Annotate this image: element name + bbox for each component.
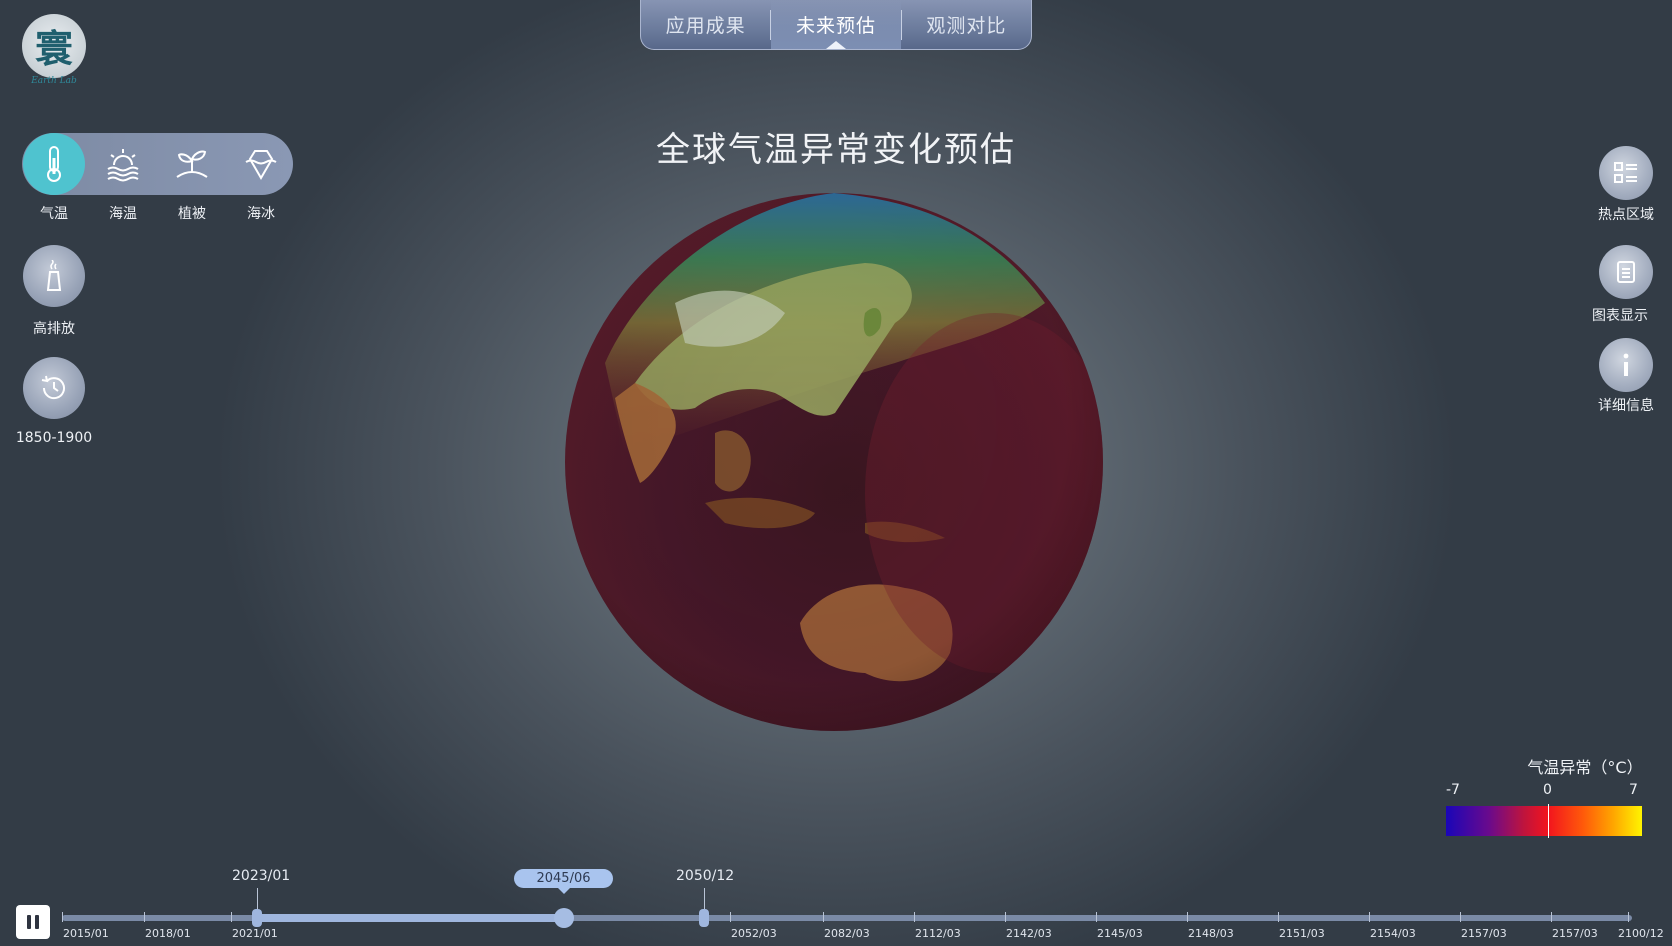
timeline-tick xyxy=(1278,912,1279,922)
emission-scenario-button[interactable] xyxy=(23,245,85,307)
timeline-tick xyxy=(1005,912,1006,922)
timeline-tick-label: 2154/03 xyxy=(1370,927,1416,940)
page-title: 全球气温异常变化预估 xyxy=(656,130,1016,170)
range-start-label: 2023/01 xyxy=(232,868,291,884)
logo-subtitle: Earth Lab xyxy=(31,76,77,86)
globe-surface xyxy=(565,193,1103,731)
tab-label: 观测对比 xyxy=(926,15,1007,37)
hotspot-regions-label: 热点区域 xyxy=(1598,207,1654,223)
timeline-tick-label: 2052/03 xyxy=(731,927,777,940)
timeline-tick xyxy=(914,912,915,922)
variable-label: 海冰 xyxy=(247,206,275,222)
timeline-tick xyxy=(1096,912,1097,922)
app-logo: 寰 Earth Lab xyxy=(22,14,86,86)
sea-temperature-icon xyxy=(107,149,139,182)
timeline-tick-label: 2082/03 xyxy=(824,927,870,940)
tab-label: 应用成果 xyxy=(665,15,746,37)
legend-max-label: 7 xyxy=(1629,782,1638,798)
timeline-tick xyxy=(1551,912,1552,922)
top-tab-bar: 应用成果 未来预估 观测对比 xyxy=(640,0,1032,50)
logo-glyph: 寰 xyxy=(34,26,73,71)
timeline-tick-label: 2112/03 xyxy=(915,927,961,940)
timeline-tick xyxy=(144,912,145,922)
variable-vegetation-button[interactable] xyxy=(160,133,224,195)
document-icon xyxy=(1617,261,1635,283)
legend-min-label: -7 xyxy=(1446,782,1460,798)
pause-icon xyxy=(27,915,39,929)
range-end-handle[interactable] xyxy=(699,909,709,927)
details-info-button[interactable] xyxy=(1599,338,1653,392)
variable-label: 气温 xyxy=(40,206,68,222)
emission-scenario-label: 高排放 xyxy=(33,321,75,337)
timeline-tick xyxy=(1460,912,1461,922)
timeline-tick-label: 2018/01 xyxy=(145,927,191,940)
timeline-tick-label: 2157/03 xyxy=(1552,927,1598,940)
timeline-tick-label: 2100/12 xyxy=(1618,927,1664,940)
variable-sea-temperature-button[interactable] xyxy=(91,133,155,195)
timeline-tick-label: 2148/03 xyxy=(1188,927,1234,940)
variable-air-temperature-button[interactable] xyxy=(22,133,86,195)
timeline-tick xyxy=(231,912,232,922)
thermometer-icon xyxy=(47,146,61,182)
variable-sea-ice-button[interactable] xyxy=(229,133,293,195)
list-grid-icon xyxy=(1614,162,1637,183)
variable-active-circle xyxy=(23,133,85,195)
tab-future-projection[interactable]: 未来预估 xyxy=(771,0,901,49)
baseline-period-button[interactable] xyxy=(23,357,85,419)
hotspot-regions-button[interactable] xyxy=(1599,146,1653,200)
timeline-tick-label: 2142/03 xyxy=(1006,927,1052,940)
timeline-tick xyxy=(1628,912,1629,922)
timeline-tick xyxy=(62,912,63,922)
timeline-tick xyxy=(823,912,824,922)
timeline-tick xyxy=(1369,912,1370,922)
tab-label: 未来预估 xyxy=(795,15,876,37)
chart-display-button[interactable] xyxy=(1599,245,1653,299)
globe-shading xyxy=(565,193,1103,731)
legend-title: 气温异常（°C） xyxy=(1527,758,1643,777)
sea-ice-icon xyxy=(245,150,277,180)
earth-globe[interactable] xyxy=(565,193,1103,731)
pause-button[interactable] xyxy=(16,905,50,939)
history-clock-icon xyxy=(41,375,65,400)
timeline-tick-label: 2021/01 xyxy=(232,927,278,940)
timeline-played-range xyxy=(256,914,564,922)
chart-display-label: 图表显示 xyxy=(1592,308,1648,324)
timeline-tick-label: 2157/03 xyxy=(1461,927,1507,940)
factory-chimney-icon xyxy=(46,260,62,291)
legend-zero-marker xyxy=(1548,804,1549,838)
timeline-tick xyxy=(1187,912,1188,922)
range-end-label: 2050/12 xyxy=(676,868,735,884)
tab-observation-comparison[interactable]: 观测对比 xyxy=(902,0,1031,49)
legend-color-bar xyxy=(1446,806,1642,836)
range-start-handle[interactable] xyxy=(252,909,262,927)
details-info-label: 详细信息 xyxy=(1598,398,1654,414)
baseline-period-label: 1850-1900 xyxy=(15,430,93,446)
timeline-tick-label: 2015/01 xyxy=(63,927,109,940)
timeline-tick xyxy=(730,912,731,922)
timeline-tick-label: 2151/03 xyxy=(1279,927,1325,940)
tab-application-results[interactable]: 应用成果 xyxy=(641,0,770,49)
current-time-bubble: 2045/06 xyxy=(514,869,613,894)
variable-selector xyxy=(22,133,293,195)
legend-zero-label: 0 xyxy=(1543,782,1552,798)
vegetation-icon xyxy=(176,150,208,178)
info-icon xyxy=(1623,353,1629,376)
current-time-handle[interactable] xyxy=(554,908,574,928)
variable-label: 海温 xyxy=(109,206,137,222)
variable-label: 植被 xyxy=(178,206,206,222)
timeline-tick-label: 2145/03 xyxy=(1097,927,1143,940)
